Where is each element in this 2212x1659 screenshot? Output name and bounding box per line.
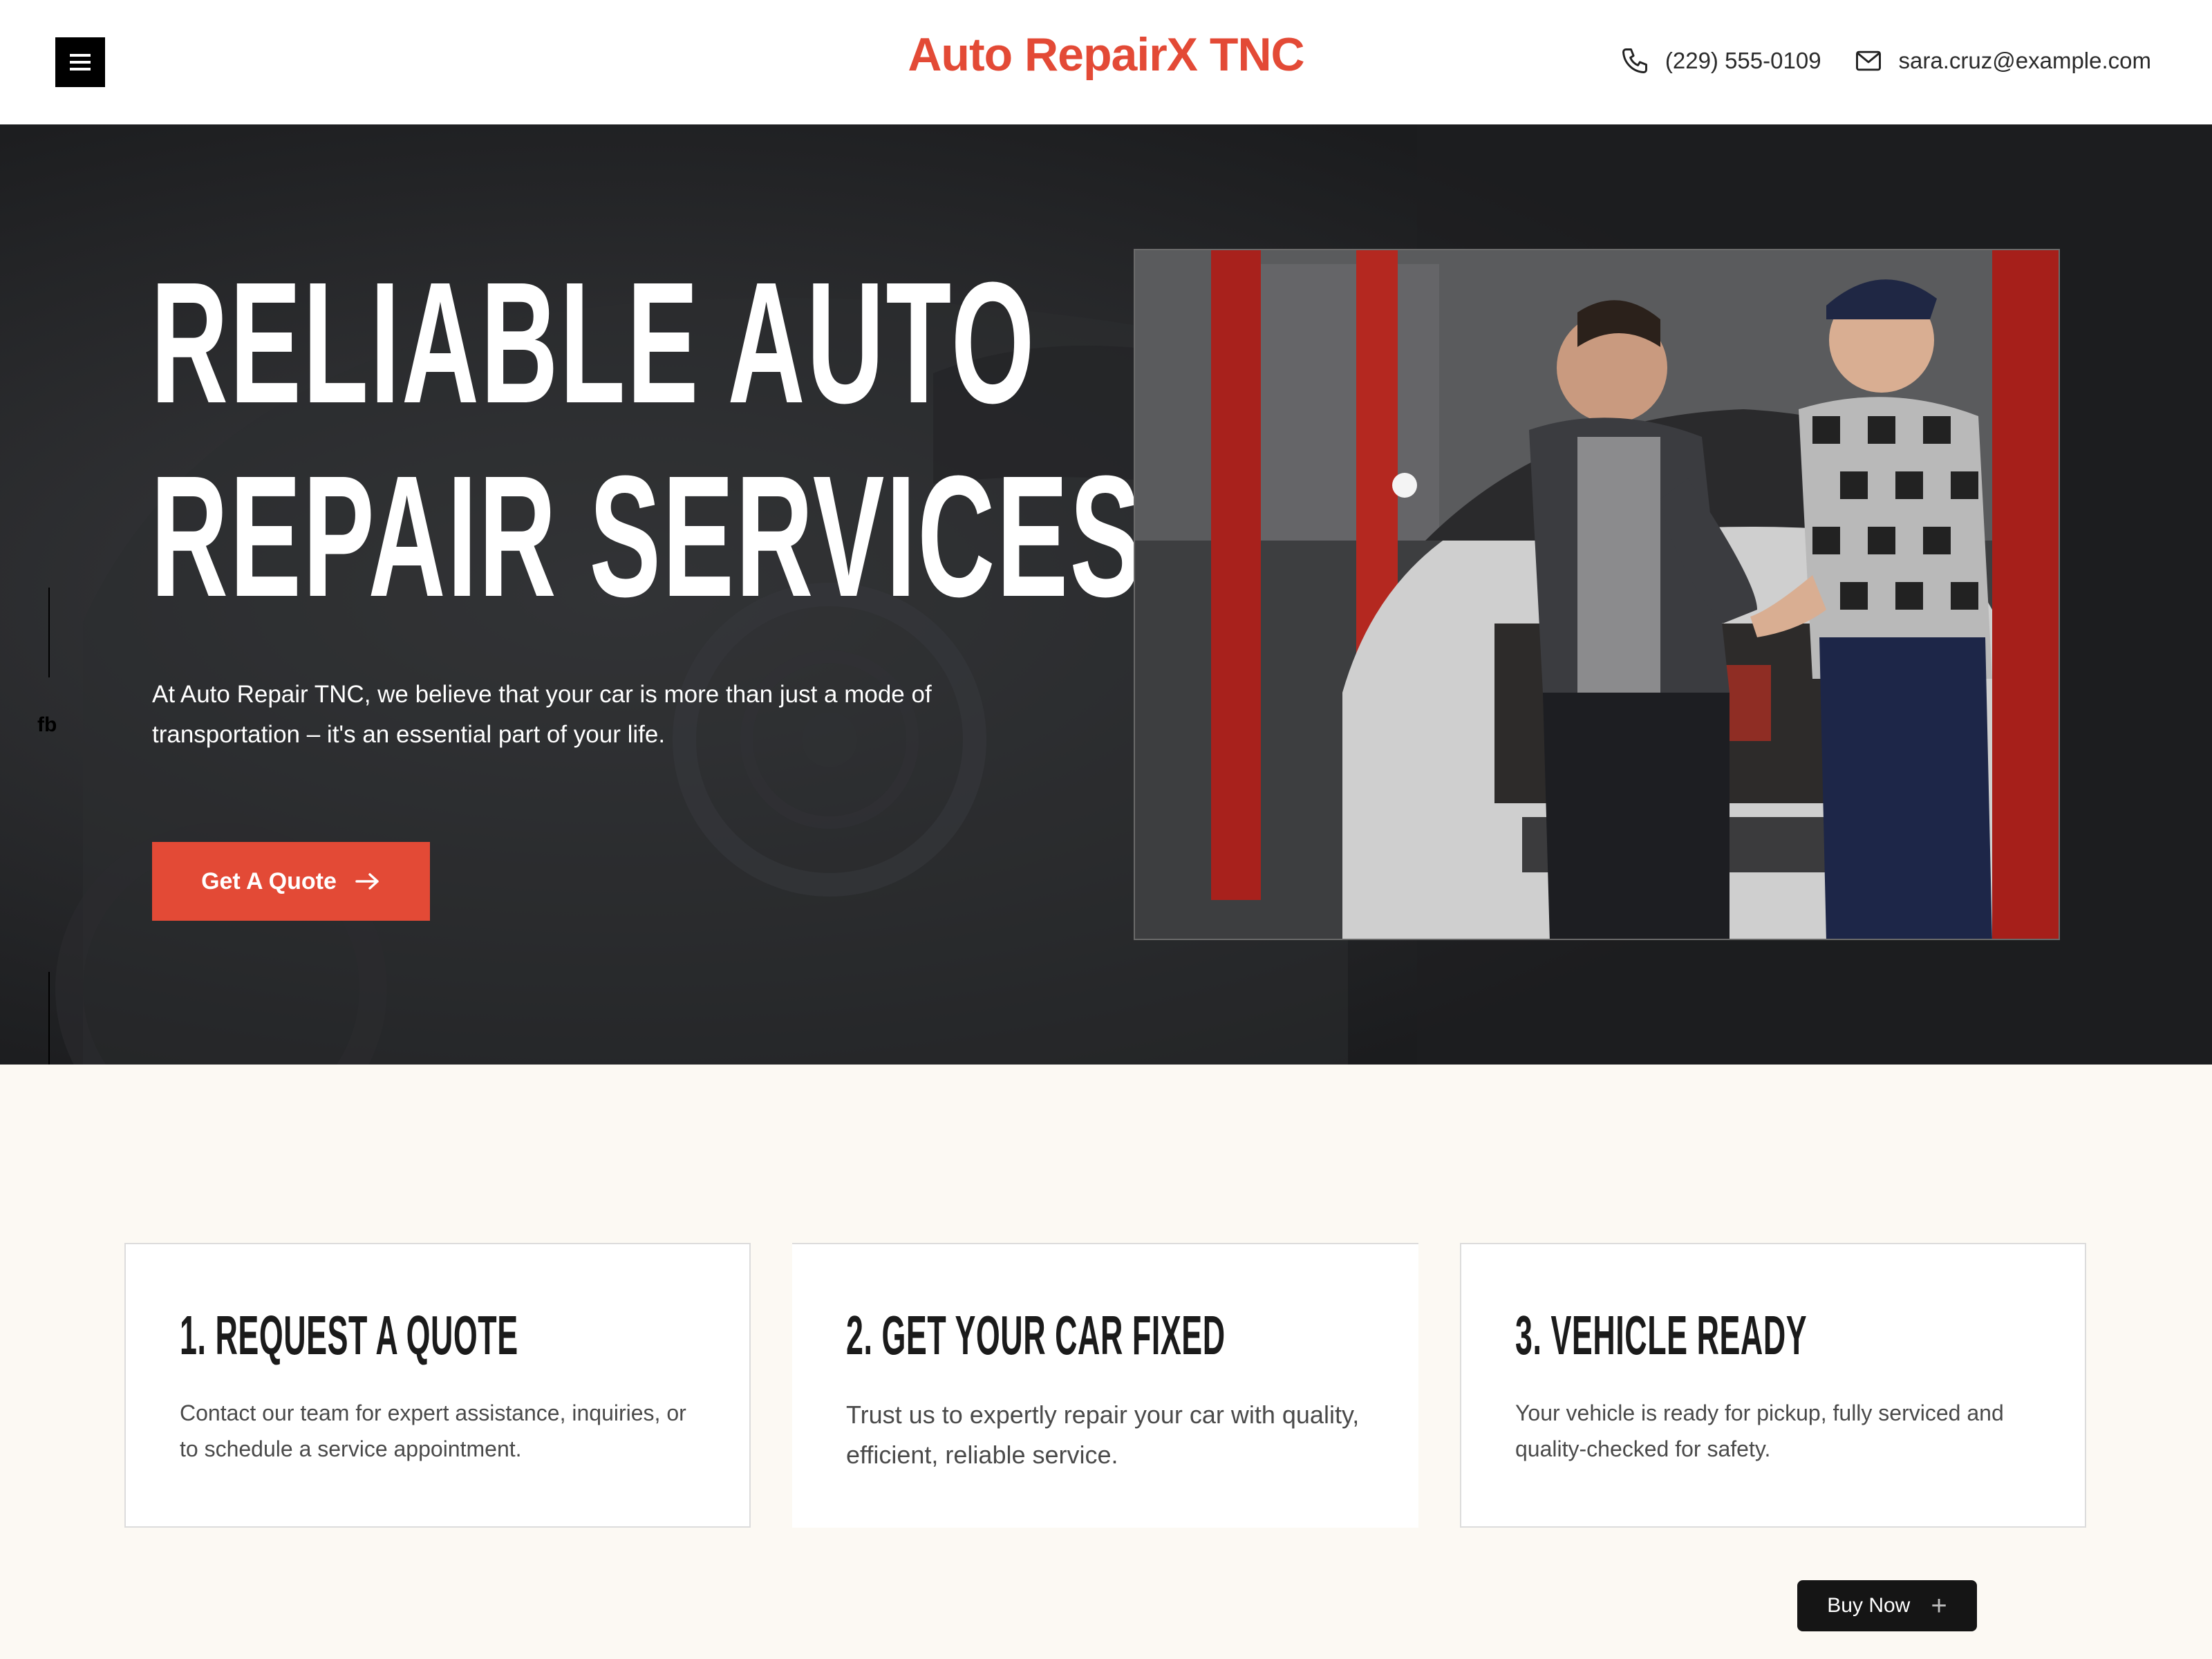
step-card-1: 1. REQUEST A QUOTE Contact our team for … [124, 1243, 751, 1528]
garage-photo-illustration [1135, 250, 2059, 939]
envelope-icon [1855, 50, 1881, 71]
step-card-2: 2. GET YOUR CAR FIXED Trust us to expert… [792, 1243, 1418, 1528]
plus-icon: + [1931, 1591, 1947, 1621]
hero-description: At Auto Repair TNC, we believe that your… [152, 681, 932, 748]
step-3-title: 3. VEHICLE READY [1515, 1304, 1808, 1366]
mechanics-handshake-photo [1134, 249, 2060, 940]
step-3-text: Your vehicle is ready for pickup, fully … [1515, 1400, 2004, 1461]
step-1-title: 1. REQUEST A QUOTE [180, 1304, 518, 1366]
hero-title-line-1: RELIABLE AUTO [151, 246, 1036, 439]
hero-title: RELIABLE AUTO REPAIR SERVICES [151, 246, 1143, 633]
email-link[interactable]: sara.cruz@example.com [1853, 46, 2151, 76]
step-2-title: 2. GET YOUR CAR FIXED [846, 1304, 1226, 1366]
phone-number: (229) 555-0109 [1665, 48, 1821, 73]
side-divider-bottom [48, 972, 50, 1065]
get-a-quote-button[interactable]: Get A Quote [152, 842, 430, 921]
phone-link[interactable]: (229) 555-0109 [1620, 46, 1821, 76]
hero-section: fb RELIABLE AUTO REPAIR SERVICES At Auto… [0, 124, 2212, 1065]
email-address: sara.cruz@example.com [1898, 48, 2151, 73]
facebook-link[interactable]: fb [37, 713, 57, 737]
phone-icon [1622, 48, 1647, 73]
step-1-text: Contact our team for expert assistance, … [180, 1400, 686, 1461]
step-2-text: Trust us to expertly repair your car wit… [846, 1400, 1360, 1469]
site-header: Auto RepairX TNC (229) 555-0109 sara.cru… [0, 0, 2212, 124]
arrow-right-icon [355, 873, 379, 890]
step-card-3: 3. VEHICLE READY Your vehicle is ready f… [1460, 1243, 2086, 1528]
hero-title-line-2: REPAIR SERVICES [151, 440, 1143, 632]
header-contact: (229) 555-0109 sara.cruz@example.com [1588, 46, 2151, 76]
buy-now-button[interactable]: Buy Now + [1797, 1580, 1977, 1631]
side-divider-top [48, 588, 50, 677]
buy-now-label: Buy Now [1827, 1594, 1911, 1617]
get-a-quote-label: Get A Quote [201, 868, 337, 894]
